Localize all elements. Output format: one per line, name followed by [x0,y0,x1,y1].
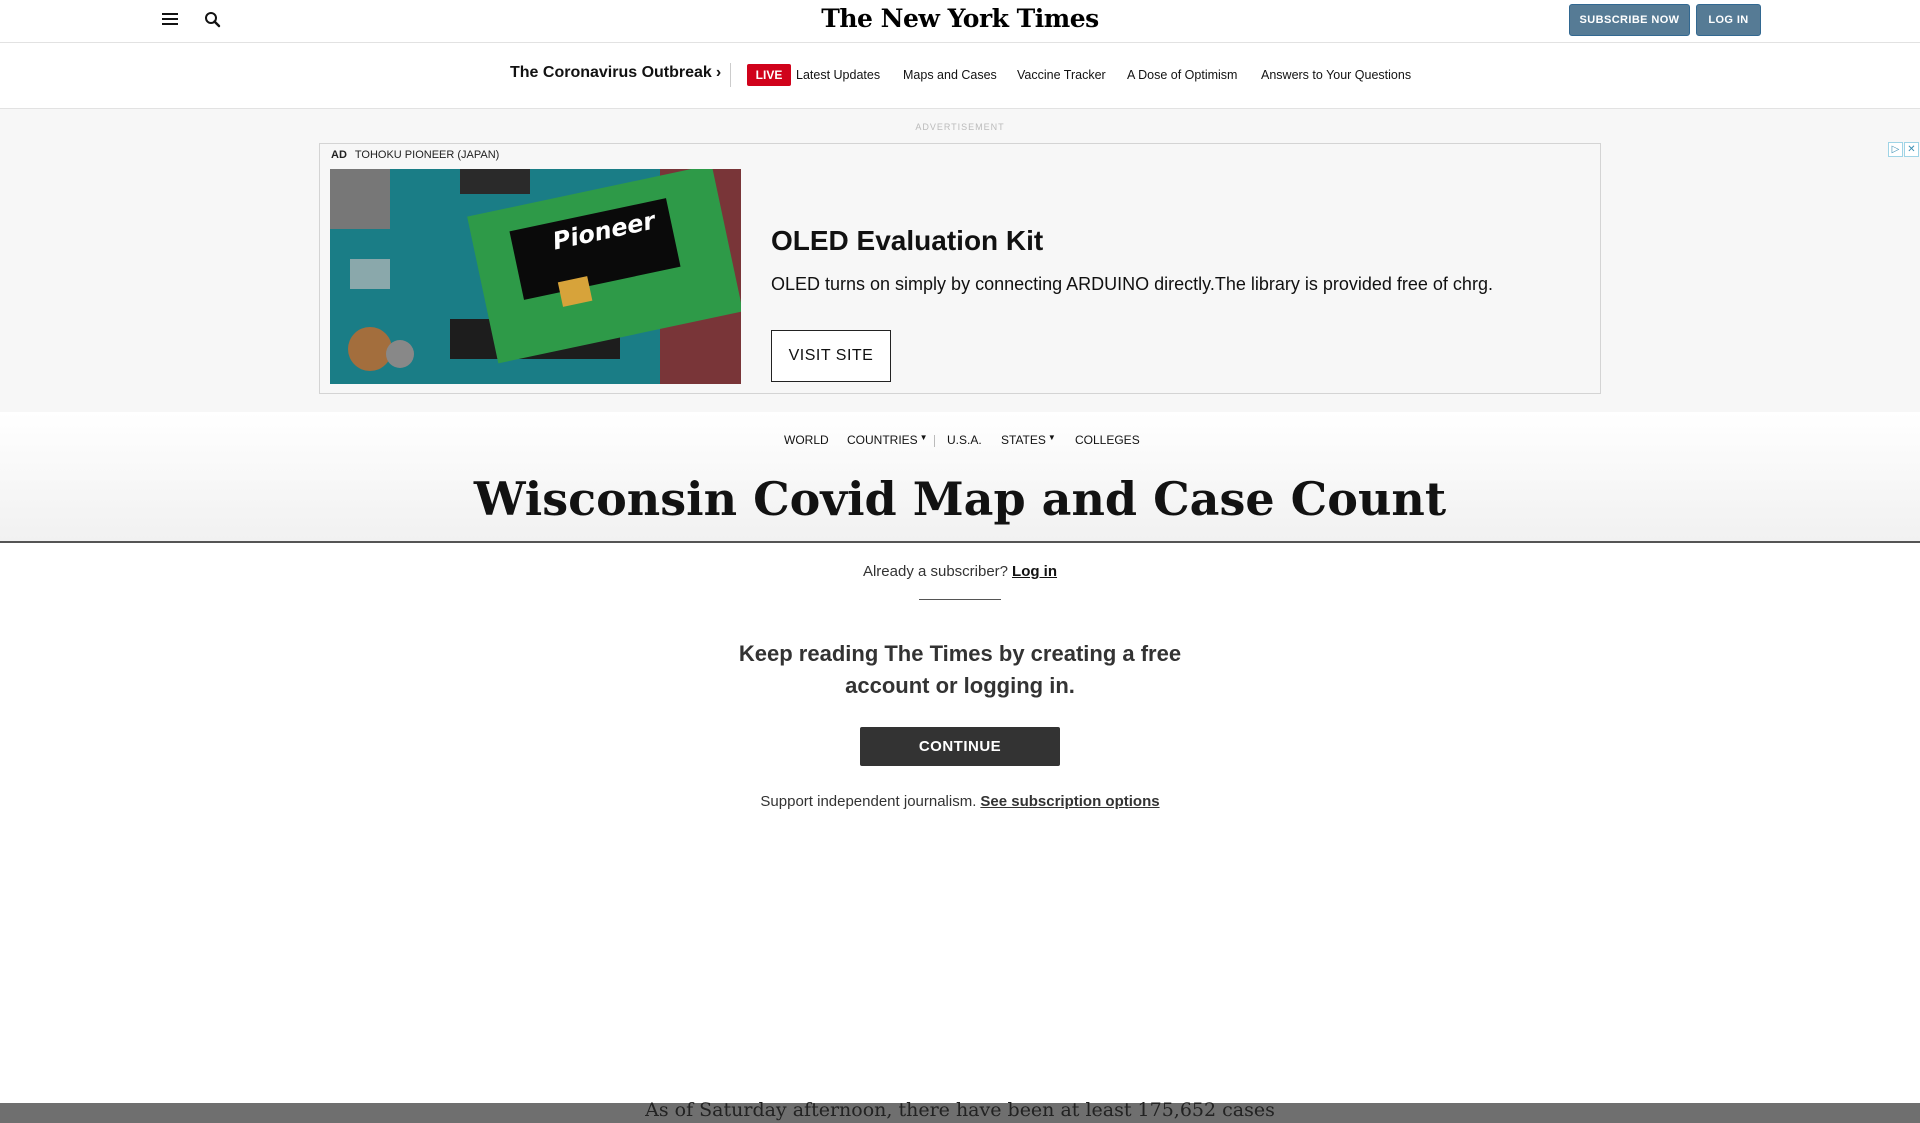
dose-of-optimism-link[interactable]: A Dose of Optimism [1127,68,1237,82]
ad-sponsor-line: AD TOHOKU PIONEER (JAPAN) [331,149,499,161]
log-in-link[interactable]: Log in [1012,563,1057,580]
nav-divider [730,63,731,87]
advertisement-zone: ADVERTISEMENT AD TOHOKU PIONEER (JAPAN) P… [0,109,1920,412]
ad-tag: AD [331,149,347,161]
nyt-logo[interactable]: The New York Times [821,4,1099,33]
section-countries[interactable]: COUNTRIES ▼ [847,433,928,447]
section-divider [934,435,935,447]
hamburger-menu-icon[interactable] [160,11,180,29]
section-countries-label: COUNTRIES [847,433,918,447]
already-subscriber-text: Already a subscriber? [862,563,1009,580]
chevron-right-icon: › [715,64,722,81]
section-states-label: STATES [1001,433,1046,447]
ad-body-text: OLED turns on simply by connecting ARDUI… [771,274,1493,294]
headline-band: WORLD COUNTRIES ▼ U.S.A. STATES ▼ COLLEGES… [0,412,1920,543]
section-usa[interactable]: U.S.A. [947,433,982,447]
maps-and-cases-link[interactable]: Maps and Cases [903,68,997,82]
paywall-headline-line1: Keep reading The Times by creating a fre… [738,641,1182,666]
latest-updates-link[interactable]: Latest Updates [796,68,880,82]
ad-product-image[interactable]: Pioneer [330,169,741,384]
coronavirus-outbreak-link[interactable]: The Coronavirus Outbreak › [510,64,721,82]
paywall-headline: Keep reading The Times by creating a fre… [0,638,1920,702]
section-states[interactable]: STATES ▼ [1001,433,1056,447]
subscribe-now-button[interactable]: SUBSCRIBE NOW [1569,4,1690,36]
section-nav: WORLD COUNTRIES ▼ U.S.A. STATES ▼ COLLEGES [0,433,1920,449]
support-line: Support independent journalism. See subsc… [0,793,1920,810]
visit-site-button[interactable]: VISIT SITE [771,330,891,382]
caret-down-icon: ▼ [1047,433,1056,442]
masthead: The New York Times SUBSCRIBE NOW LOG IN [0,0,1920,43]
divider [919,599,1001,600]
section-world[interactable]: WORLD [784,433,829,447]
caret-down-icon: ▼ [919,433,928,442]
answers-to-questions-link[interactable]: Answers to Your Questions [1261,68,1411,82]
article-snippet: As of Saturday afternoon, there have bee… [645,1099,1275,1121]
ad-card[interactable]: AD TOHOKU PIONEER (JAPAN) Pioneer OLED Ev… [319,143,1601,394]
advertisement-label: ADVERTISEMENT [915,122,1005,132]
subscriber-prompt: Already a subscriber? Log in [0,563,1920,580]
vaccine-tracker-link[interactable]: Vaccine Tracker [1017,68,1106,82]
continue-button[interactable]: CONTINUE [860,727,1060,766]
paywall-headline-line2: account or logging in. [845,673,1075,698]
search-icon[interactable] [202,9,224,31]
close-icon[interactable]: ✕ [1904,142,1919,157]
live-badge[interactable]: LIVE [747,64,791,86]
page-title: Wisconsin Covid Map and Case Count [473,472,1447,526]
subscription-options-link[interactable]: See subscription options [980,793,1159,810]
section-colleges[interactable]: COLLEGES [1075,433,1140,447]
adchoices-icon[interactable]: ▷ [1888,142,1903,157]
ad-advertiser: TOHOKU PIONEER (JAPAN) [354,149,500,161]
support-text: Support independent journalism. [760,793,977,810]
log-in-button[interactable]: LOG IN [1696,4,1761,36]
coronavirus-nav: The Coronavirus Outbreak › LIVE Latest Up… [0,43,1920,109]
ad-headline[interactable]: OLED Evaluation Kit [771,225,1043,257]
adchoices-controls: ▷ ✕ [1888,142,1920,158]
coronavirus-outbreak-label: The Coronavirus Outbreak [510,64,712,81]
